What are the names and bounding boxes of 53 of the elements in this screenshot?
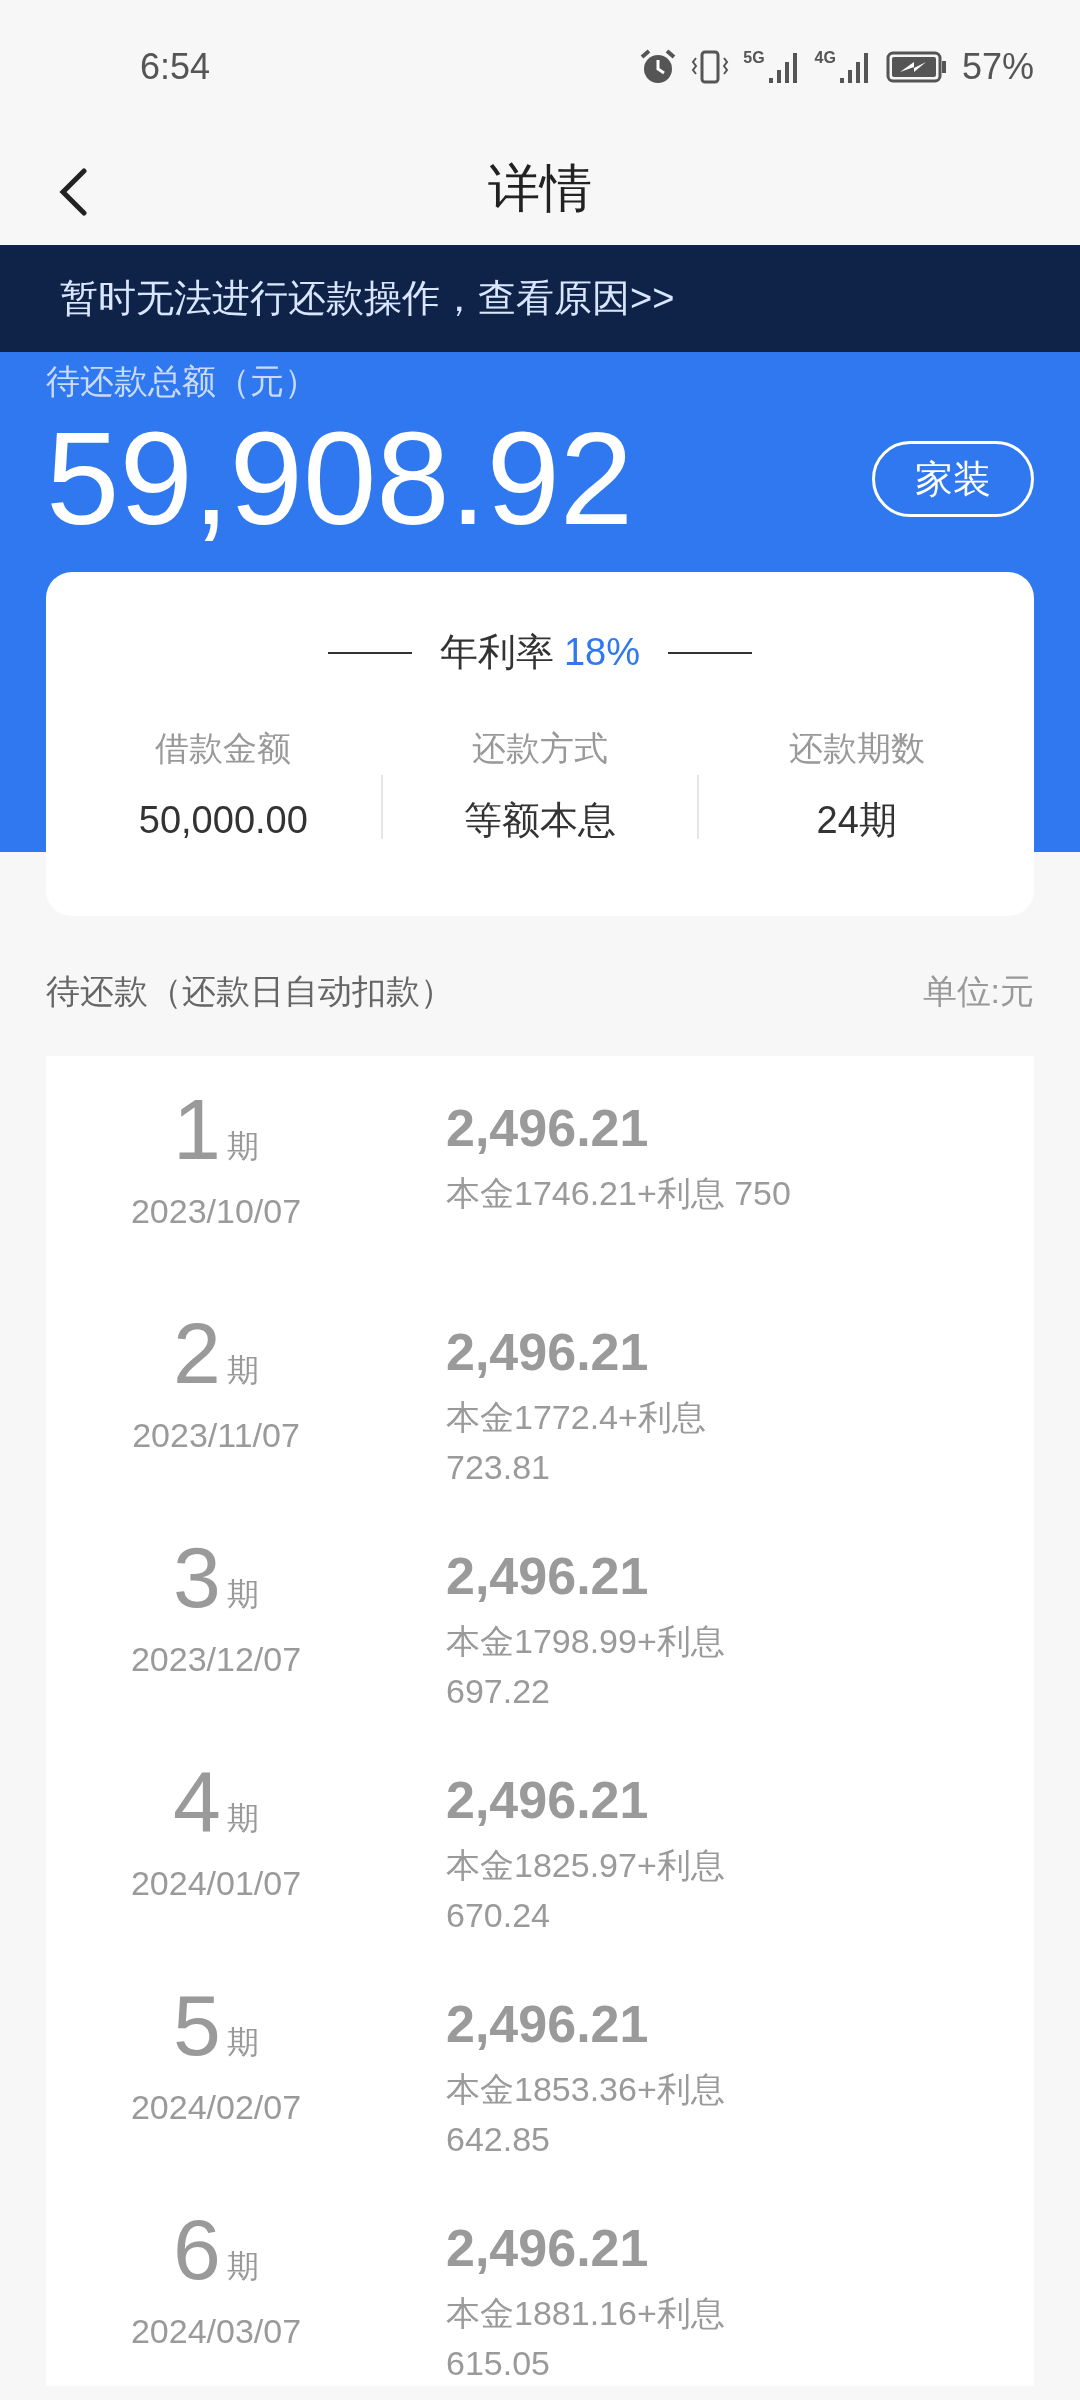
back-icon[interactable] (58, 168, 88, 216)
due-date: 2023/11/07 (132, 1415, 300, 1456)
schedule-title: 待还款（还款日自动扣款） (46, 970, 454, 1012)
stat-label: 还款期数 (788, 728, 925, 769)
stat-label: 借款金额 (155, 728, 292, 769)
battery-icon (885, 50, 948, 84)
status-time: 6:54 (140, 45, 211, 89)
installment-breakdown: 本金1746.21+利息 750 (446, 1173, 792, 1214)
stat-label: 还款方式 (472, 728, 608, 769)
stat-value: 24期 (816, 798, 897, 843)
period-number: 2 (173, 1310, 221, 1396)
period-number: 3 (173, 1534, 221, 1620)
stat-value: 等额本息 (464, 798, 616, 843)
network-label: 4G (814, 50, 836, 66)
unit-label: 单位:元 (922, 970, 1034, 1012)
installment-amount: 2,496.21 (446, 1326, 650, 1378)
installment-amount: 2,496.21 (446, 1550, 650, 1602)
period-unit: 期 (226, 1575, 259, 1614)
rate-label: 年利率 (439, 630, 554, 675)
network-label: 5G (743, 50, 765, 66)
due-date: 2024/02/07 (130, 2087, 302, 2128)
installment-amount: 2,496.21 (446, 2222, 650, 2274)
period-number: 4 (173, 1758, 221, 1844)
period-unit: 期 (226, 1799, 259, 1838)
installment-amount: 2,496.21 (446, 1774, 650, 1826)
period-unit: 期 (226, 1351, 259, 1390)
installment-breakdown: 本金1772.4+利息723.81 (446, 1397, 707, 1488)
installment-amount: 2,496.21 (446, 1998, 650, 2050)
vibrate-icon (691, 48, 730, 86)
due-date: 2024/01/07 (130, 1863, 302, 1904)
installment-breakdown: 本金1881.16+利息615.05 (446, 2293, 726, 2384)
due-date: 2023/12/07 (130, 1639, 302, 1680)
installment-breakdown: 本金1825.97+利息670.24 (446, 1845, 726, 1936)
period-unit: 期 (226, 2023, 259, 2062)
period-unit: 期 (226, 2247, 259, 2286)
period-number: 6 (173, 2206, 221, 2292)
total-amount: 59,908.92 (46, 413, 634, 545)
category-tag: 家装 (872, 441, 1034, 517)
period-number: 5 (173, 1982, 221, 2068)
stat-value: 50,000.00 (138, 798, 308, 843)
notice-banner[interactable]: 暂时无法进行还款操作，查看原因>> (0, 245, 1080, 352)
installment-breakdown: 本金1853.36+利息642.85 (446, 2069, 726, 2160)
due-date: 2024/03/07 (130, 2311, 302, 2352)
installment-amount: 2,496.21 (446, 1102, 650, 1154)
total-label: 待还款总额（元） (46, 361, 319, 402)
rate-value: 18% (563, 630, 641, 675)
installment-breakdown: 本金1798.99+利息697.22 (446, 1621, 726, 1712)
period-number: 1 (173, 1086, 221, 1172)
battery-percent: 57% (961, 45, 1034, 89)
due-date: 2023/10/07 (130, 1191, 302, 1232)
alarm-icon (639, 48, 678, 86)
page-title: 详情 (488, 157, 592, 219)
period-unit: 期 (226, 1127, 259, 1166)
